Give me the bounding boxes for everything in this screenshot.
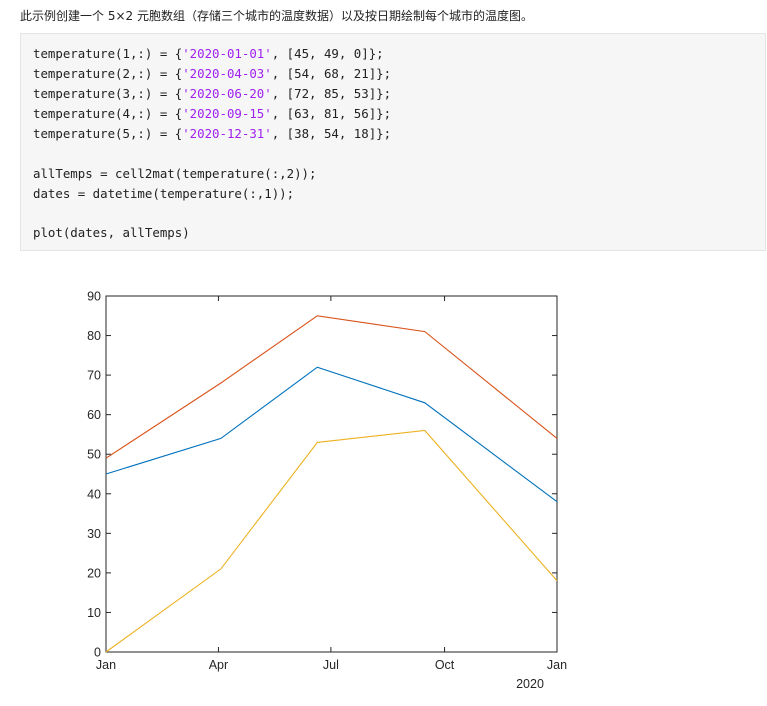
x-tick-label: Jan — [547, 658, 567, 672]
code-text: allTemps = cell2mat(temperature(:,2)); — [33, 165, 317, 181]
x-tick-label: Jul — [323, 658, 339, 672]
y-tick-label: 80 — [87, 329, 101, 343]
code-text: , [63, 81, 56]}; — [271, 106, 392, 121]
code-text: temperature(2,:) = { — [33, 66, 183, 81]
code-text: plot(dates, allTemps) — [33, 225, 190, 240]
code-string-literal: '2020-12-31' — [182, 126, 272, 141]
code-string-literal: '2020-04-03' — [182, 66, 272, 81]
code-text: temperature(5,:) = { — [33, 126, 183, 141]
code-text: temperature(4,:) = { — [33, 106, 183, 121]
code-lines: temperature(1,:) = {'2020-01-01', [45, 4… — [33, 44, 391, 243]
y-tick-label: 40 — [87, 487, 101, 501]
x-tick-label: Apr — [209, 658, 228, 672]
code-string-literal: '2020-01-01' — [182, 46, 272, 61]
y-tick-label: 20 — [87, 566, 101, 580]
y-tick-label: 90 — [87, 290, 101, 304]
x-axis-year-label: 2020 — [516, 677, 544, 691]
x-tick-label: Oct — [435, 658, 455, 672]
code-text: , [38, 54, 18]}; — [271, 126, 392, 141]
code-line: temperature(4,:) = {'2020-09-15', [63, 8… — [33, 104, 391, 124]
code-text: , [54, 68, 21]}; — [271, 66, 392, 81]
code-text: temperature(3,:) = { — [33, 86, 183, 101]
code-block: temperature(1,:) = {'2020-01-01', [45, 4… — [20, 33, 766, 251]
plot-figure: 0 10 20 30 40 50 60 70 80 90 Jan Apr Jul Oct Jan 2020 — [0, 270, 767, 702]
y-tick-label: 10 — [87, 606, 101, 620]
y-tick-label: 30 — [87, 527, 101, 541]
code-line: temperature(5,:) = {'2020-12-31', [38, 5… — [33, 124, 391, 144]
line-chart: 0102030405060708090Jan Apr Jul Oct Jan2020 — [87, 290, 567, 692]
code-line: allTemps = cell2mat(temperature(:,2)); — [33, 164, 391, 184]
x-tick-label: Jan — [96, 658, 116, 672]
code-text: dates = datetime(temperature(:,1)); — [33, 185, 295, 201]
code-line: plot(dates, allTemps) — [33, 223, 391, 243]
y-tick-label: 70 — [87, 369, 101, 383]
y-tick-label: 60 — [87, 408, 101, 422]
code-text: temperature(1,:) = { — [33, 46, 183, 61]
code-text: , [45, 49, 0]}; — [271, 46, 384, 61]
code-line: temperature(1,:) = {'2020-01-01', [45, 4… — [33, 44, 391, 64]
plot-axes-box — [105, 295, 558, 653]
code-string-literal: '2020-06-20' — [182, 86, 272, 101]
code-line: dates = datetime(temperature(:,1)); — [33, 184, 391, 204]
code-text: , [72, 85, 53]}; — [271, 86, 392, 101]
intro-paragraph: 此示例创建一个 5×2 元胞数组（存储三个城市的温度数据）以及按日期绘制每个城市… — [20, 9, 533, 23]
code-string-literal: '2020-09-15' — [182, 106, 272, 121]
code-line: temperature(2,:) = {'2020-04-03', [54, 6… — [33, 64, 391, 84]
code-line: temperature(3,:) = {'2020-06-20', [72, 8… — [33, 84, 391, 104]
y-tick-label: 50 — [87, 448, 101, 462]
